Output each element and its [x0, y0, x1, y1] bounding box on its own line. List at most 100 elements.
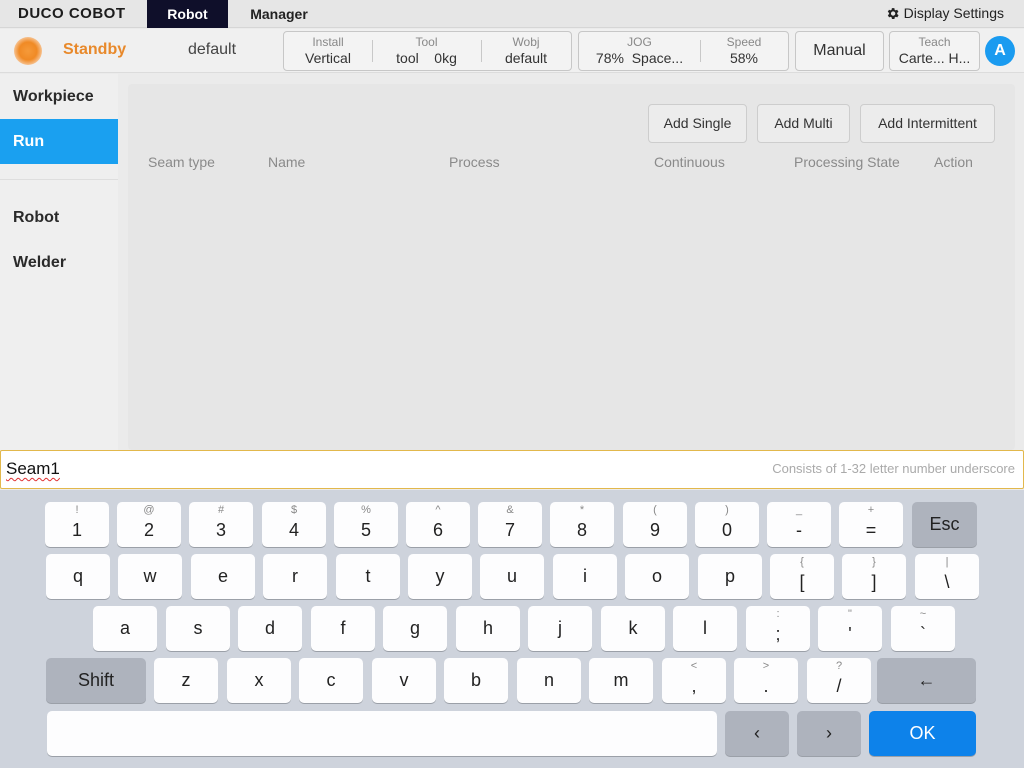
key-row4-9[interactable]: ? /: [807, 658, 871, 703]
teach-value: Carte... H...: [898, 49, 971, 66]
tab-robot[interactable]: Robot: [147, 0, 228, 28]
jog-cell[interactable]: JOG 78% Space...: [579, 32, 700, 70]
key-row2-6[interactable]: u: [480, 554, 544, 599]
key-row3-3[interactable]: f: [311, 606, 375, 651]
key-char: 1: [71, 520, 82, 540]
key-char: t: [365, 566, 371, 586]
key-char: 0: [721, 520, 732, 540]
key-row1-0[interactable]: ! 1: [45, 502, 109, 547]
jog-speed-group[interactable]: JOG 78% Space... Speed 58%: [578, 31, 789, 71]
ok-key[interactable]: OK: [869, 711, 976, 756]
key-row2-4[interactable]: t: [336, 554, 400, 599]
space-key[interactable]: [47, 711, 717, 756]
key-row2-8[interactable]: o: [625, 554, 689, 599]
add-single-button[interactable]: Add Single: [648, 104, 747, 143]
key-row2-0[interactable]: q: [46, 554, 110, 599]
key-row2-12[interactable]: | \: [915, 554, 979, 599]
add-multi-button[interactable]: Add Multi: [757, 104, 850, 143]
speed-cell[interactable]: Speed 58%: [700, 32, 788, 70]
key-row1-4[interactable]: % 5: [334, 502, 398, 547]
key-row4-4[interactable]: b: [444, 658, 508, 703]
key-row4-7[interactable]: <,: [662, 658, 726, 703]
key-row1-1[interactable]: @2: [117, 502, 181, 547]
on-screen-keyboard: Esc Shift ← ‹ › OK ! 1 @2 #3 $4% 5 ^ 6 & 7 * 8(9) 0 _…: [0, 490, 1024, 768]
install-tool-wobj-group[interactable]: Install Vertical Tool tool 0kg Wobj defa…: [283, 31, 572, 71]
key-row4-8[interactable]: >.: [734, 658, 798, 703]
shift-key[interactable]: Shift: [46, 658, 146, 703]
key-char: `: [920, 624, 926, 644]
key-char: -: [796, 520, 802, 540]
key-row3-0[interactable]: a: [93, 606, 157, 651]
key-row4-2[interactable]: c: [299, 658, 363, 703]
sidebar: Workpiece Run Robot Welder: [0, 74, 118, 450]
key-row2-7[interactable]: i: [553, 554, 617, 599]
key-char: v: [399, 670, 409, 690]
key-shift-symbol: <: [690, 660, 698, 672]
key-row1-6[interactable]: & 7: [478, 502, 542, 547]
key-row3-7[interactable]: k: [601, 606, 665, 651]
teach-group[interactable]: Teach Carte... H...: [889, 31, 980, 71]
key-row3-10[interactable]: " ': [818, 606, 882, 651]
key-row1-9[interactable]: ) 0: [695, 502, 759, 547]
display-settings-button[interactable]: Display Settings: [885, 5, 1004, 21]
key-row1-2[interactable]: #3: [189, 502, 253, 547]
cursor-left-key[interactable]: ‹: [725, 711, 789, 756]
key-row4-6[interactable]: m: [589, 658, 653, 703]
key-row3-4[interactable]: g: [383, 606, 447, 651]
teach-cell[interactable]: Teach Carte... H...: [890, 32, 979, 70]
key-row3-2[interactable]: d: [238, 606, 302, 651]
sidebar-item-robot[interactable]: Robot: [0, 195, 118, 240]
sidebar-item-welder[interactable]: Welder: [0, 240, 118, 285]
key-row3-9[interactable]: :;: [746, 606, 810, 651]
key-char: e: [217, 566, 228, 586]
wobj-cell[interactable]: Wobj default: [481, 32, 571, 70]
key-row3-8[interactable]: l: [673, 606, 737, 651]
esc-key[interactable]: Esc: [912, 502, 977, 547]
key-row2-1[interactable]: w: [118, 554, 182, 599]
key-row3-5[interactable]: h: [456, 606, 520, 651]
key-shift-symbol: ^: [435, 504, 441, 516]
key-row4-0[interactable]: z: [154, 658, 218, 703]
key-char: r: [292, 566, 298, 586]
cursor-right-key[interactable]: ›: [797, 711, 861, 756]
backspace-key[interactable]: ←: [877, 658, 976, 703]
install-cell[interactable]: Install Vertical: [284, 32, 372, 70]
key-row2-10[interactable]: {[: [770, 554, 834, 599]
speed-value: 58%: [729, 49, 759, 66]
key-row1-5[interactable]: ^ 6: [406, 502, 470, 547]
key-char: 9: [649, 520, 660, 540]
key-row3-6[interactable]: j: [528, 606, 592, 651]
key-row1-11[interactable]: + =: [839, 502, 903, 547]
manual-mode-button[interactable]: Manual: [795, 31, 884, 71]
column-continuous: Continuous: [654, 154, 725, 170]
add-intermittent-button[interactable]: Add Intermittent: [860, 104, 995, 143]
status-bar: Standby default Install Vertical Tool to…: [0, 29, 1024, 73]
key-shift-symbol: :: [776, 608, 780, 620]
key-row2-9[interactable]: p: [698, 554, 762, 599]
key-row1-3[interactable]: $4: [262, 502, 326, 547]
jog-label: JOG: [627, 34, 652, 49]
key-row2-11[interactable]: }]: [842, 554, 906, 599]
key-row2-5[interactable]: y: [408, 554, 472, 599]
column-name: Name: [268, 154, 306, 170]
sidebar-item-workpiece[interactable]: Workpiece: [0, 74, 118, 119]
key-row4-1[interactable]: x: [227, 658, 291, 703]
key-char: z: [181, 670, 191, 690]
key-row1-10[interactable]: _ -: [767, 502, 831, 547]
key-row1-8[interactable]: (9: [623, 502, 687, 547]
key-char: f: [340, 618, 346, 638]
teach-label: Teach: [918, 34, 951, 49]
sidebar-item-run[interactable]: Run: [0, 119, 118, 164]
keyboard-input-field[interactable]: Seam1 Consists of 1-32 letter number und…: [0, 450, 1024, 489]
key-row4-5[interactable]: n: [517, 658, 581, 703]
tab-manager[interactable]: Manager: [236, 0, 322, 28]
key-row2-3[interactable]: r: [263, 554, 327, 599]
key-row2-2[interactable]: e: [191, 554, 255, 599]
key-row3-11[interactable]: ~ `: [891, 606, 955, 651]
tool-cell[interactable]: Tool tool 0kg: [372, 32, 481, 70]
user-avatar[interactable]: A: [985, 36, 1015, 66]
key-shift-symbol: |: [945, 556, 949, 568]
key-row4-3[interactable]: v: [372, 658, 436, 703]
key-row1-7[interactable]: * 8: [550, 502, 614, 547]
key-row3-1[interactable]: s: [166, 606, 230, 651]
